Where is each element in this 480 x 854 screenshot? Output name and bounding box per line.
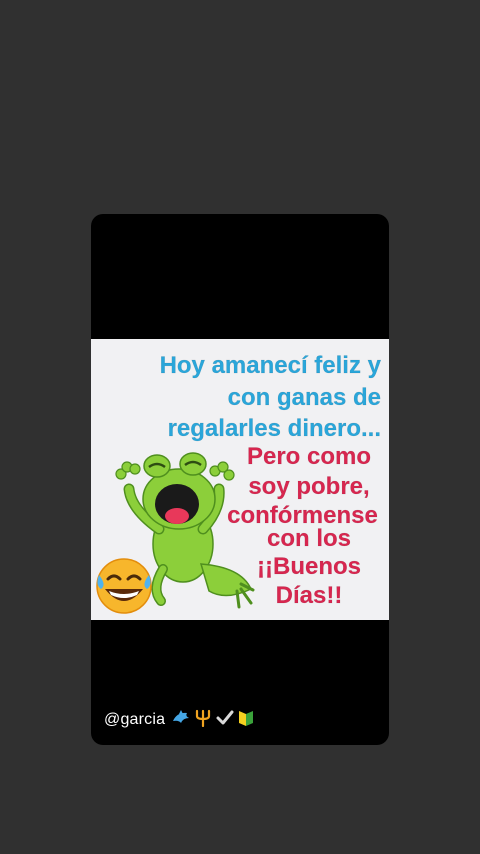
meme-text-line8: ¡¡Buenos bbox=[257, 553, 361, 580]
check-mark-icon bbox=[215, 709, 235, 732]
story-card[interactable]: Hoy amanecí feliz y con ganas de regalar… bbox=[91, 214, 389, 745]
meme-text-line3: regalarles dinero... bbox=[167, 415, 381, 442]
caption-emojis bbox=[171, 709, 255, 732]
meme-text-line9: Días!! bbox=[275, 582, 343, 609]
meme-image: Hoy amanecí feliz y con ganas de regalar… bbox=[91, 339, 389, 620]
meme-text-line5: soy pobre, bbox=[248, 473, 370, 500]
story-caption: @garcia bbox=[104, 709, 255, 731]
meme-text-line2: con ganas de bbox=[227, 384, 381, 411]
trident-icon bbox=[193, 709, 213, 732]
username-handle[interactable]: @garcia bbox=[104, 711, 165, 729]
meme-text-line4: Pero como bbox=[246, 443, 372, 470]
dolphin-icon bbox=[171, 709, 191, 732]
meme-text-line7: con los bbox=[266, 525, 351, 552]
laughing-crying-emoji-icon bbox=[96, 558, 152, 614]
meme-text-line1: Hoy amanecí feliz y bbox=[159, 352, 381, 379]
beginner-badge-icon bbox=[237, 709, 255, 732]
